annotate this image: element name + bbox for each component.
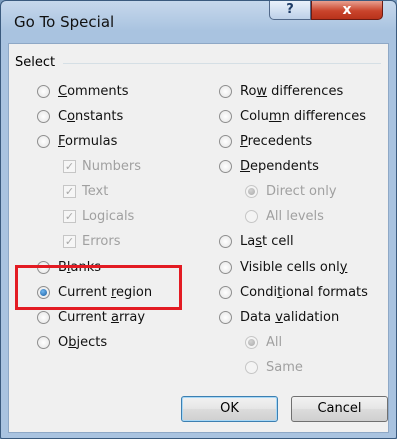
radio-label: Direct only — [266, 183, 337, 199]
radio-label: Visible cells only — [240, 259, 348, 275]
radio-label: Conditional formats — [240, 284, 368, 300]
radio-label: Formulas — [58, 133, 118, 149]
radio-circle[interactable] — [37, 134, 50, 148]
radio-circle[interactable] — [219, 285, 232, 299]
radio-current-array[interactable]: Current array — [37, 308, 145, 326]
checkbox-label: Errors — [82, 233, 121, 249]
close-button[interactable]: x — [311, 1, 383, 20]
radio-circle[interactable] — [245, 360, 258, 374]
checkbox-label: Numbers — [82, 158, 141, 174]
radio-circle[interactable] — [245, 209, 258, 223]
radio-dependents[interactable]: Dependents — [219, 157, 319, 175]
radio-circle[interactable] — [37, 310, 50, 324]
cancel-button[interactable]: Cancel — [291, 396, 388, 422]
radio-last-cell[interactable]: Last cell — [219, 232, 294, 250]
radio-label: Same — [266, 359, 303, 375]
radio-comments[interactable]: Comments — [37, 82, 128, 100]
select-group-label: Select — [15, 55, 60, 70]
help-button[interactable]: ? — [269, 1, 311, 20]
radio-circle-selected[interactable] — [245, 335, 258, 349]
radio-label: Last cell — [240, 233, 294, 249]
radio-constants[interactable]: Constants — [37, 107, 123, 125]
radio-label: Data validation — [240, 309, 340, 325]
radio-column-differences[interactable]: Column differences — [219, 107, 366, 125]
dialog-title: Go To Special — [14, 13, 115, 31]
radio-circle[interactable] — [219, 310, 232, 324]
current-region-highlight-annotation — [15, 265, 182, 310]
radio-circle[interactable] — [37, 335, 50, 349]
radio-label: Dependents — [240, 158, 319, 174]
radio-label: Objects — [58, 334, 108, 350]
radio-circle[interactable] — [219, 84, 232, 98]
radio-visible-cells-only[interactable]: Visible cells only — [219, 258, 347, 276]
radio-label: Row differences — [240, 83, 344, 99]
ok-button[interactable]: OK — [181, 396, 278, 422]
radio-precedents[interactable]: Precedents — [219, 132, 312, 150]
radio-label: Comments — [58, 83, 129, 99]
radio-all-levels[interactable]: All levels — [245, 207, 324, 225]
radio-objects[interactable]: Objects — [37, 333, 107, 351]
radio-circle[interactable] — [219, 159, 232, 173]
radio-circle-selected[interactable] — [245, 184, 258, 198]
radio-validation-all[interactable]: All — [245, 333, 282, 351]
radio-label: Precedents — [240, 133, 313, 149]
radio-circle[interactable] — [219, 234, 232, 248]
radio-conditional-formats[interactable]: Conditional formats — [219, 283, 368, 301]
radio-label: Constants — [58, 108, 124, 124]
checkbox-label: Logicals — [82, 208, 135, 224]
go-to-special-dialog: Go To Special ? x Select Comments Consta… — [0, 0, 397, 439]
radio-label: All levels — [266, 208, 324, 224]
radio-circle[interactable] — [37, 84, 50, 98]
checkbox-numbers[interactable]: ✓ Numbers — [63, 157, 141, 175]
radio-label: Column differences — [240, 108, 366, 124]
radio-formulas[interactable]: Formulas — [37, 132, 117, 150]
checkbox-logicals[interactable]: ✓ Logicals — [63, 207, 134, 225]
radio-circle[interactable] — [219, 134, 232, 148]
checkmark-icon[interactable]: ✓ — [63, 234, 76, 248]
radio-row-differences[interactable]: Row differences — [219, 82, 343, 100]
checkbox-errors[interactable]: ✓ Errors — [63, 232, 120, 250]
radio-label: Current array — [58, 309, 146, 325]
radio-data-validation[interactable]: Data validation — [219, 308, 339, 326]
checkbox-text[interactable]: ✓ Text — [63, 182, 108, 200]
checkmark-icon[interactable]: ✓ — [63, 184, 76, 198]
checkmark-icon[interactable]: ✓ — [63, 209, 76, 223]
checkbox-label: Text — [82, 183, 109, 199]
radio-circle[interactable] — [37, 109, 50, 123]
radio-direct-only[interactable]: Direct only — [245, 182, 337, 200]
radio-label: All — [266, 334, 283, 350]
checkmark-icon[interactable]: ✓ — [63, 159, 76, 173]
radio-circle[interactable] — [219, 260, 232, 274]
radio-circle[interactable] — [219, 109, 232, 123]
select-group-divider — [63, 63, 381, 64]
radio-validation-same[interactable]: Same — [245, 358, 303, 376]
title-bar[interactable]: Go To Special ? x — [1, 1, 396, 37]
